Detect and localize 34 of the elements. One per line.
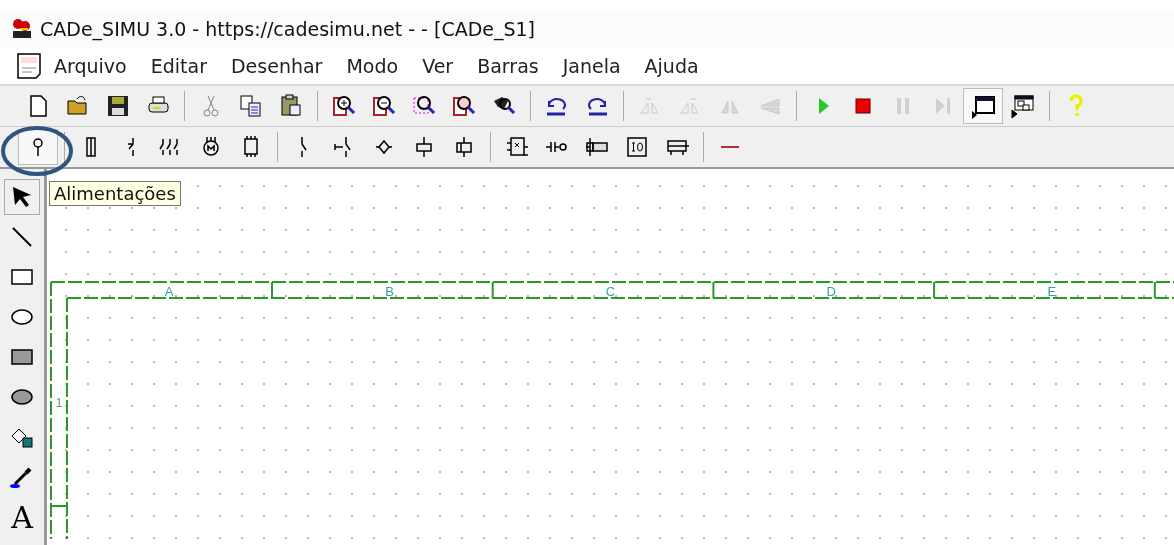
window-title: CADe_SIMU 3.0 - https://cadesimu.net - - [CADe_S1] (40, 18, 536, 40)
menu-item[interactable]: Editar (138, 55, 219, 77)
document-icon (16, 52, 42, 80)
tooltip: Alimentações (49, 181, 181, 206)
wire-icon (721, 146, 739, 148)
menu-item[interactable]: Janela (550, 55, 633, 77)
menu-item[interactable]: Modo (334, 55, 411, 77)
zoom-page-icon (451, 93, 477, 119)
contact-icon (301, 136, 307, 158)
toolbar-button[interactable] (18, 129, 58, 165)
column-label: D (826, 284, 836, 299)
row-label: 1 (55, 396, 63, 410)
io-module-icon (624, 134, 650, 160)
menu-item[interactable]: Arquivo (42, 55, 139, 77)
switch-contact-icon (127, 137, 135, 157)
text-tool[interactable]: A (4, 499, 40, 535)
drawing-tool[interactable] (4, 179, 40, 215)
menu-item[interactable]: Desenhar (219, 55, 335, 77)
window-icon (970, 93, 996, 119)
menu-item[interactable]: Ajuda (632, 55, 711, 77)
zoom-out-icon (371, 93, 397, 119)
menu-item[interactable]: Ver (410, 55, 466, 77)
column-label: B (385, 284, 395, 299)
column-label: E (1047, 284, 1057, 299)
column-label: C (605, 284, 616, 299)
menu-item[interactable]: Barras (465, 55, 551, 77)
clipboard-icon (278, 93, 304, 119)
toolbar-button[interactable] (963, 88, 1003, 124)
column-label: A (164, 284, 174, 299)
app-logo-icon (10, 17, 34, 41)
copy-icon (238, 93, 264, 119)
highlight-ellipse (1, 126, 73, 176)
zoom-in-icon (331, 93, 357, 119)
cascade-windows-icon (1010, 93, 1036, 119)
